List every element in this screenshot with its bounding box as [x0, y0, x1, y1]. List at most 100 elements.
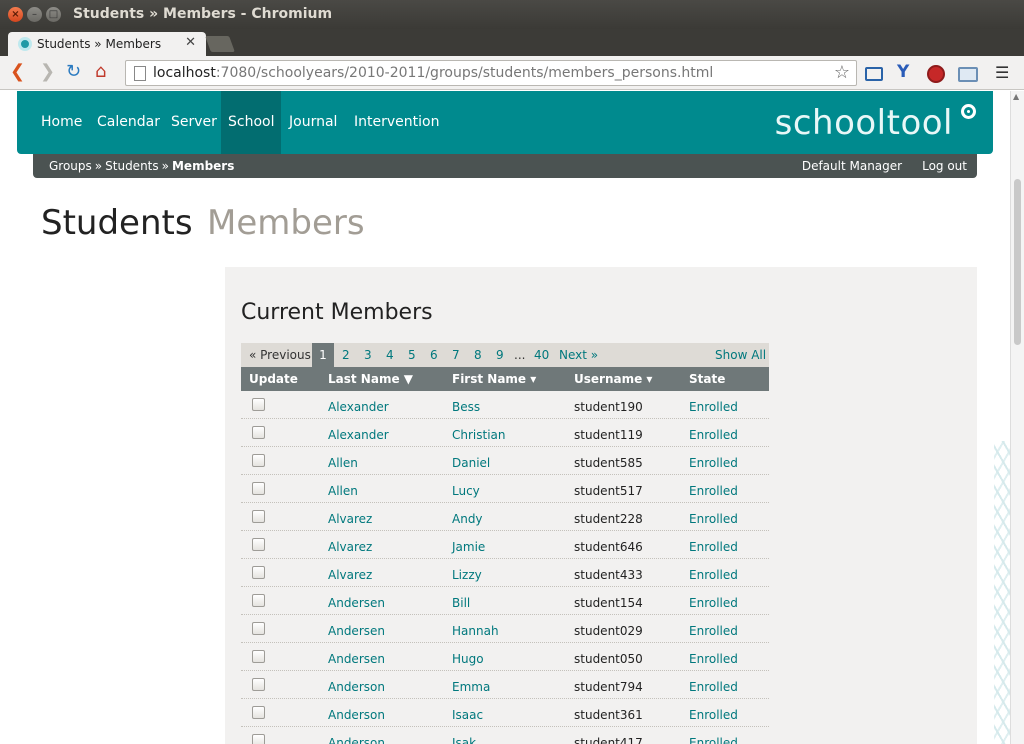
- pager-page[interactable]: 4: [386, 348, 394, 362]
- pager-page[interactable]: 8: [474, 348, 482, 362]
- state-link[interactable]: Enrolled: [689, 456, 738, 470]
- brand-logo[interactable]: schooltool: [775, 103, 953, 143]
- address-bar[interactable]: localhost:7080/schoolyears/2010-2011/gro…: [125, 60, 857, 86]
- update-checkbox[interactable]: [252, 566, 265, 579]
- state-link[interactable]: Enrolled: [689, 736, 738, 744]
- first-name-link[interactable]: Andy: [452, 512, 483, 526]
- last-name-link[interactable]: Anderson: [328, 708, 385, 722]
- first-name-link[interactable]: Lucy: [452, 484, 480, 498]
- pager-page[interactable]: 3: [364, 348, 372, 362]
- update-checkbox[interactable]: [252, 426, 265, 439]
- first-name-link[interactable]: Emma: [452, 680, 490, 694]
- update-checkbox[interactable]: [252, 622, 265, 635]
- scrollbar-thumb[interactable]: [1014, 179, 1021, 345]
- update-checkbox[interactable]: [252, 482, 265, 495]
- menu-icon[interactable]: ☰: [995, 63, 1009, 83]
- update-checkbox[interactable]: [252, 734, 265, 744]
- first-name-link[interactable]: Bess: [452, 400, 480, 414]
- update-checkbox[interactable]: [252, 594, 265, 607]
- nav-item-home[interactable]: Home: [34, 91, 89, 154]
- minimize-window-button[interactable]: –: [27, 7, 42, 22]
- extension-y-icon[interactable]: Y: [897, 62, 915, 82]
- user-name-link[interactable]: Default Manager: [802, 159, 902, 173]
- last-name-link[interactable]: Allen: [328, 456, 358, 470]
- update-checkbox[interactable]: [252, 510, 265, 523]
- pager-page-last[interactable]: 40: [534, 348, 549, 362]
- state-link[interactable]: Enrolled: [689, 540, 738, 554]
- new-tab-button[interactable]: [205, 36, 235, 52]
- pager-page[interactable]: 7: [452, 348, 460, 362]
- state-link[interactable]: Enrolled: [689, 652, 738, 666]
- first-name-link[interactable]: Bill: [452, 596, 470, 610]
- update-checkbox[interactable]: [252, 650, 265, 663]
- last-name-link[interactable]: Alexander: [328, 428, 389, 442]
- state-link[interactable]: Enrolled: [689, 484, 738, 498]
- state-link[interactable]: Enrolled: [689, 512, 738, 526]
- state-link[interactable]: Enrolled: [689, 624, 738, 638]
- update-checkbox[interactable]: [252, 398, 265, 411]
- update-checkbox[interactable]: [252, 678, 265, 691]
- back-icon[interactable]: ❮: [10, 62, 25, 82]
- vertical-scrollbar[interactable]: ▲: [1010, 91, 1024, 744]
- first-name-link[interactable]: Daniel: [452, 456, 490, 470]
- pager-page[interactable]: 5: [408, 348, 416, 362]
- update-checkbox[interactable]: [252, 706, 265, 719]
- first-name-link[interactable]: Hugo: [452, 652, 484, 666]
- pager-page[interactable]: 6: [430, 348, 438, 362]
- reload-icon[interactable]: ↻: [66, 62, 81, 82]
- bookmark-star-icon[interactable]: ☆: [834, 62, 850, 83]
- column-header-username[interactable]: Username ▾: [574, 372, 652, 386]
- maximize-window-button[interactable]: □: [46, 7, 61, 22]
- nav-item-school[interactable]: School: [221, 91, 282, 154]
- window-extension-icon[interactable]: [958, 67, 978, 82]
- breadcrumb-groups[interactable]: Groups: [49, 159, 92, 173]
- first-name-link[interactable]: Isak: [452, 736, 476, 744]
- state-link[interactable]: Enrolled: [689, 596, 738, 610]
- nav-item-intervention[interactable]: Intervention: [347, 91, 446, 154]
- last-name-link[interactable]: Anderson: [328, 736, 385, 744]
- first-name-link[interactable]: Lizzy: [452, 568, 482, 582]
- state-link[interactable]: Enrolled: [689, 680, 738, 694]
- cast-icon[interactable]: [865, 67, 883, 81]
- last-name-link[interactable]: Andersen: [328, 596, 385, 610]
- first-name-link[interactable]: Christian: [452, 428, 506, 442]
- update-checkbox[interactable]: [252, 454, 265, 467]
- last-name-link[interactable]: Alvarez: [328, 540, 372, 554]
- first-name-link[interactable]: Isaac: [452, 708, 483, 722]
- last-name-link[interactable]: Allen: [328, 484, 358, 498]
- first-name-link[interactable]: Jamie: [452, 540, 485, 554]
- last-name-link[interactable]: Alvarez: [328, 512, 372, 526]
- state-link[interactable]: Enrolled: [689, 400, 738, 414]
- last-name-link[interactable]: Andersen: [328, 652, 385, 666]
- pager-show-all[interactable]: Show All: [715, 348, 766, 362]
- column-header-first-name[interactable]: First Name ▾: [452, 372, 536, 386]
- state-link[interactable]: Enrolled: [689, 568, 738, 582]
- pager-page[interactable]: 2: [342, 348, 350, 362]
- pager-next[interactable]: Next »: [559, 348, 598, 362]
- last-name-link[interactable]: Anderson: [328, 680, 385, 694]
- breadcrumb-students[interactable]: Students: [105, 159, 159, 173]
- last-name-link[interactable]: Alvarez: [328, 568, 372, 582]
- close-window-button[interactable]: ×: [8, 7, 23, 22]
- last-name-link[interactable]: Alexander: [328, 400, 389, 414]
- pager-previous[interactable]: « Previous: [249, 348, 311, 362]
- home-icon[interactable]: ⌂: [95, 62, 106, 82]
- state-link[interactable]: Enrolled: [689, 708, 738, 722]
- scroll-up-arrow-icon[interactable]: ▲: [1013, 92, 1019, 101]
- adblock-icon[interactable]: [927, 65, 945, 83]
- tab-close-icon[interactable]: ✕: [185, 35, 196, 50]
- url-text[interactable]: localhost:7080/schoolyears/2010-2011/gro…: [153, 65, 713, 81]
- logout-link[interactable]: Log out: [922, 159, 967, 173]
- last-name-link[interactable]: Andersen: [328, 624, 385, 638]
- forward-icon[interactable]: ❯: [40, 62, 55, 82]
- nav-item-calendar[interactable]: Calendar: [90, 91, 167, 154]
- pager-page[interactable]: 9: [496, 348, 504, 362]
- browser-tab[interactable]: Students » Members ✕: [8, 32, 206, 56]
- first-name-link[interactable]: Hannah: [452, 624, 499, 638]
- state-link[interactable]: Enrolled: [689, 428, 738, 442]
- update-checkbox[interactable]: [252, 538, 265, 551]
- table-row: Anderson Isaac student361 Enrolled: [241, 699, 769, 727]
- nav-item-server[interactable]: Server: [164, 91, 224, 154]
- nav-item-journal[interactable]: Journal: [282, 91, 344, 154]
- column-header-last-name[interactable]: Last Name ▼: [328, 372, 413, 386]
